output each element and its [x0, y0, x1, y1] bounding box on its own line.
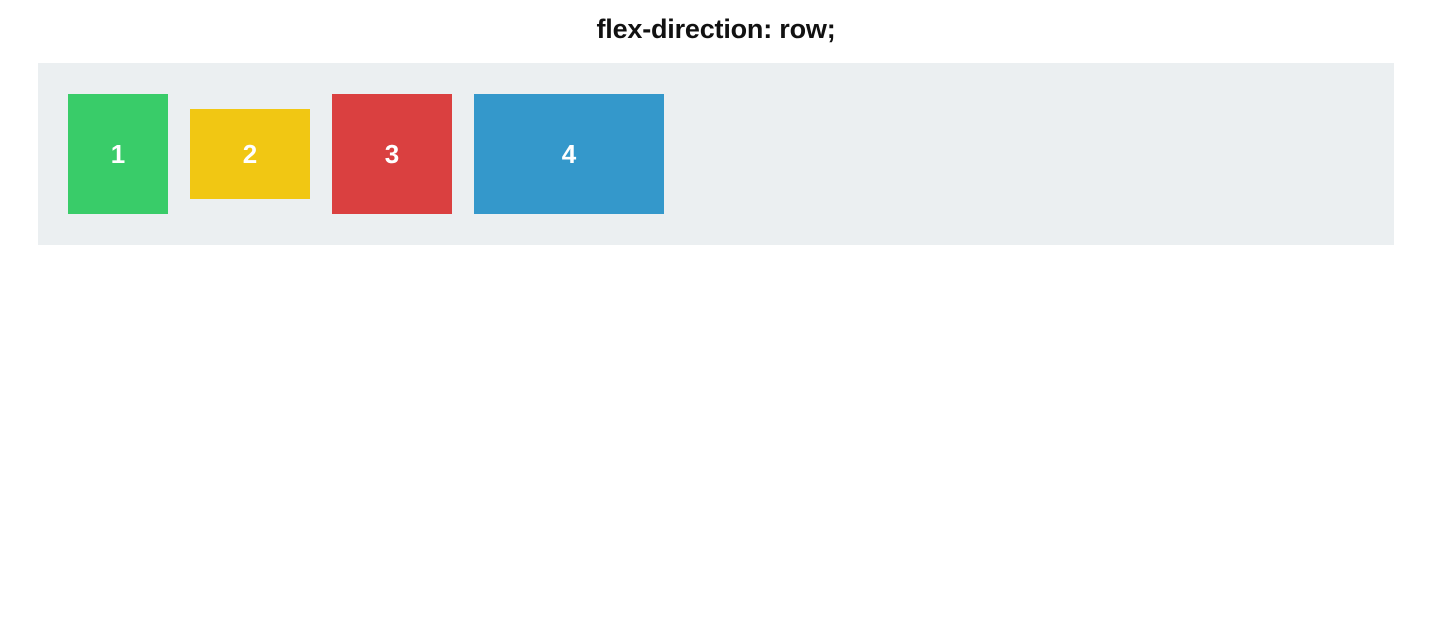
- flex-item-2: 2: [190, 109, 310, 199]
- flex-item-4: 4: [474, 94, 664, 214]
- flex-container: 1 2 3 4: [38, 63, 1394, 245]
- page-title: flex-direction: row;: [0, 0, 1432, 63]
- flex-item-1: 1: [68, 94, 168, 214]
- flex-item-3: 3: [332, 94, 452, 214]
